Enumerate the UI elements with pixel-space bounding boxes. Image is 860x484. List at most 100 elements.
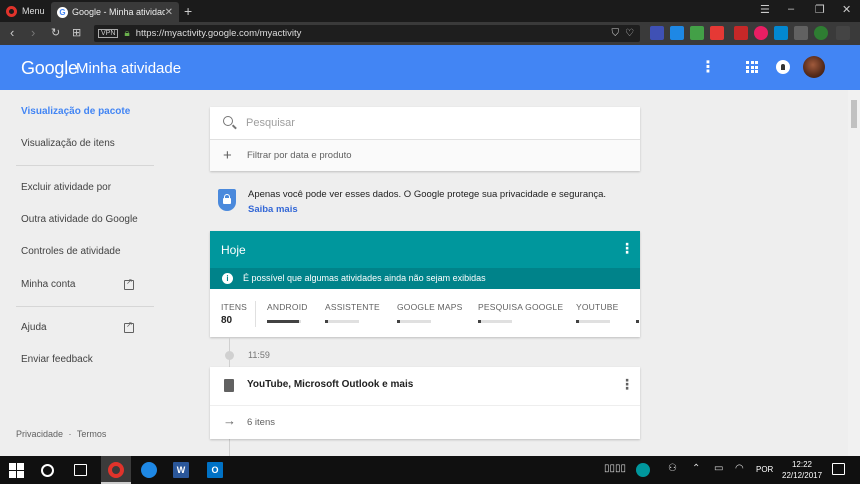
stat-items-label: ITENS bbox=[221, 302, 248, 312]
bookmark-heart-icon[interactable]: ♡ bbox=[625, 28, 634, 39]
sidebar-item-help[interactable]: Ajuda bbox=[21, 322, 47, 333]
close-window-icon[interactable]: ✕ bbox=[842, 3, 851, 16]
tab-close-icon[interactable]: ✕ bbox=[165, 7, 173, 18]
menu-label: Menu bbox=[22, 6, 45, 16]
people-icon[interactable]: ⚇ bbox=[668, 463, 677, 474]
show-hidden-icons-icon[interactable]: ⌃ bbox=[692, 463, 700, 474]
reload-icon[interactable]: ↻ bbox=[51, 26, 60, 39]
sidebar-item-my-account[interactable]: Minha conta bbox=[21, 279, 75, 290]
activity-bundle-card[interactable]: YouTube, Microsoft Outlook e mais ⋮ → 6 … bbox=[210, 367, 640, 439]
extension-icon-6[interactable] bbox=[754, 26, 768, 40]
action-center-icon[interactable] bbox=[832, 463, 845, 475]
sidebar-item-activity-controls[interactable]: Controles de atividade bbox=[21, 246, 121, 257]
task-view-icon[interactable] bbox=[74, 464, 87, 476]
today-more-options-icon[interactable]: ⋮ bbox=[620, 240, 634, 257]
sidebar-item-item-view[interactable]: Visualização de itens bbox=[21, 138, 115, 149]
page-title[interactable]: Minha atividade bbox=[76, 60, 181, 77]
extension-icon-3[interactable] bbox=[690, 26, 704, 40]
extension-icon-4[interactable] bbox=[710, 26, 724, 40]
avatar[interactable] bbox=[803, 56, 825, 78]
url-text[interactable]: https://myactivity.google.com/myactivity bbox=[136, 28, 302, 39]
stat-separator bbox=[255, 301, 256, 327]
extension-icon-10[interactable] bbox=[836, 26, 850, 40]
today-title: Hoje bbox=[221, 243, 246, 257]
extension-icon-8[interactable] bbox=[794, 26, 808, 40]
extension-icon-7[interactable] bbox=[774, 26, 788, 40]
extension-icon-2[interactable] bbox=[670, 26, 684, 40]
extension-icon-1[interactable] bbox=[650, 26, 664, 40]
privacy-text: Apenas você pode ver esses dados. O Goog… bbox=[248, 189, 607, 215]
google-favicon-icon: G bbox=[57, 6, 68, 18]
lock-icon[interactable]: 🔒︎ bbox=[124, 28, 129, 39]
stat-bar-google-search bbox=[478, 320, 512, 323]
chat-app-icon[interactable] bbox=[141, 462, 157, 478]
stat-bar-youtube bbox=[576, 320, 610, 323]
open-external-icon bbox=[124, 277, 134, 290]
sidebar-item-bundle-view[interactable]: Visualização de pacote bbox=[21, 106, 130, 117]
privacy-link[interactable]: Privacidade bbox=[16, 429, 63, 439]
new-tab-button[interactable]: + bbox=[184, 3, 192, 19]
sidebar-item-other-activity[interactable]: Outra atividade do Google bbox=[21, 214, 138, 225]
timeline-time: 11:59 bbox=[248, 350, 270, 360]
shield-icon[interactable]: ⛉ bbox=[612, 28, 620, 39]
scrollbar-thumb[interactable] bbox=[851, 100, 857, 128]
stat-product-assistant[interactable]: ASSISTENTE bbox=[325, 302, 380, 312]
url-field[interactable]: VPN 🔒︎ https://myactivity.google.com/mya… bbox=[94, 25, 640, 42]
timeline-dot bbox=[225, 351, 234, 360]
forward-icon[interactable]: › bbox=[31, 25, 35, 40]
battery-meter-icon[interactable]: ▯▯▯▯ bbox=[604, 463, 626, 474]
extension-icon-9[interactable] bbox=[814, 26, 828, 40]
app-header: Google Minha atividade ⋮ bbox=[0, 45, 860, 90]
language-indicator[interactable]: POR bbox=[756, 465, 773, 474]
product-stats: ITENS 80 ANDROID ASSISTENTE GOOGLE MAPS … bbox=[210, 289, 640, 337]
sidebar-footer: Privacidade · Termos bbox=[16, 429, 106, 439]
tray-app-icon[interactable] bbox=[636, 463, 650, 477]
vpn-badge[interactable]: VPN bbox=[98, 29, 119, 38]
sidebar: Visualização de pacote Visualização de i… bbox=[0, 90, 160, 456]
easy-setup-icon[interactable]: ☰ bbox=[760, 3, 770, 16]
footer-separator: · bbox=[68, 429, 72, 439]
today-note-text: É possível que algumas atividades ainda … bbox=[243, 273, 486, 283]
page-scrollbar[interactable] bbox=[848, 90, 860, 456]
search-input[interactable] bbox=[246, 115, 626, 131]
terms-link[interactable]: Termos bbox=[77, 429, 107, 439]
sidebar-divider bbox=[16, 165, 154, 166]
learn-more-link[interactable]: Saiba mais bbox=[248, 204, 298, 215]
google-logo[interactable]: Google bbox=[21, 58, 78, 79]
extension-icon-5[interactable] bbox=[734, 26, 748, 40]
bundle-title[interactable]: YouTube, Microsoft Outlook e mais bbox=[247, 379, 413, 390]
start-windows-icon[interactable] bbox=[9, 463, 24, 478]
back-icon[interactable]: ‹ bbox=[10, 25, 14, 40]
bundle-items-link[interactable]: → 6 itens bbox=[210, 405, 640, 439]
speed-dial-icon[interactable]: ⊞ bbox=[72, 26, 81, 39]
restore-icon[interactable]: ❐ bbox=[815, 3, 825, 16]
apps-grid-icon[interactable] bbox=[746, 61, 758, 73]
arrow-right-icon: → bbox=[223, 413, 236, 428]
bundle-header[interactable]: YouTube, Microsoft Outlook e mais ⋮ bbox=[210, 367, 640, 405]
minimize-icon[interactable]: – bbox=[788, 3, 794, 15]
battery-icon[interactable]: ▭ bbox=[714, 463, 723, 474]
stat-product-android[interactable]: ANDROID bbox=[267, 302, 308, 312]
wifi-icon[interactable]: ◠ bbox=[735, 463, 744, 474]
more-options-icon[interactable]: ⋮ bbox=[700, 57, 716, 77]
browser-tab-active[interactable]: G Google - Minha atividade ✕ bbox=[51, 2, 179, 22]
cortana-search-icon[interactable] bbox=[41, 464, 54, 477]
stat-product-google-maps[interactable]: GOOGLE MAPS bbox=[397, 302, 463, 312]
privacy-shield-icon bbox=[218, 189, 236, 211]
word-icon[interactable]: W bbox=[173, 462, 189, 478]
sidebar-item-delete-activity[interactable]: Excluir atividade por bbox=[21, 182, 111, 193]
stat-product-youtube[interactable]: YOUTUBE bbox=[576, 302, 619, 312]
filter-by-date-product[interactable]: + Filtrar por data e produto bbox=[210, 139, 640, 171]
search-icon[interactable] bbox=[223, 116, 233, 126]
opera-taskbar-icon[interactable] bbox=[108, 462, 124, 478]
opera-menu-button[interactable]: Menu bbox=[0, 0, 50, 22]
stat-bar-google-maps bbox=[397, 320, 431, 323]
page-content: Visualização de pacote Visualização de i… bbox=[0, 90, 860, 456]
tab-title: Google - Minha atividade bbox=[72, 7, 165, 17]
notifications-icon[interactable] bbox=[776, 60, 790, 74]
sidebar-item-send-feedback[interactable]: Enviar feedback bbox=[21, 354, 93, 365]
outlook-icon[interactable]: O bbox=[207, 462, 223, 478]
stat-product-google-search[interactable]: PESQUISA GOOGLE bbox=[478, 302, 563, 312]
taskbar-clock[interactable]: 12:22 22/12/2017 bbox=[782, 459, 822, 481]
bundle-more-options-icon[interactable]: ⋮ bbox=[620, 376, 634, 393]
